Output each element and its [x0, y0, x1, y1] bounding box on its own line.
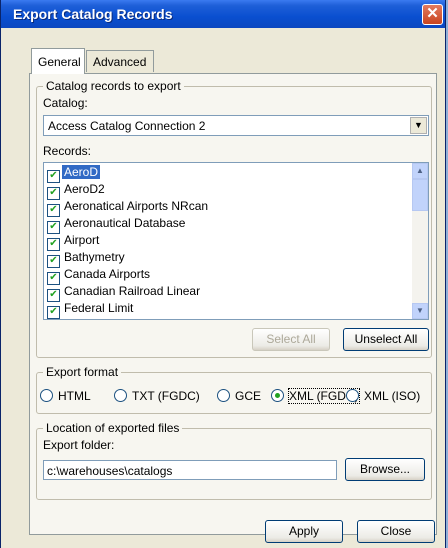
record-label: AeroD2: [64, 182, 105, 196]
unselect-all-label: Unselect All: [354, 332, 418, 346]
export-format-group-title: Export format: [43, 365, 122, 379]
unselect-all-button[interactable]: Unselect All: [343, 328, 429, 351]
dialog-window: Export Catalog Records ✕ General Advance…: [0, 0, 446, 548]
tab-advanced[interactable]: Advanced: [86, 50, 154, 72]
list-item[interactable]: ✔ Aeronatical Airports NRcan: [45, 198, 210, 217]
record-label: Canadian Railroad Linear: [64, 284, 201, 298]
scroll-down-icon[interactable]: ▼: [412, 303, 428, 319]
list-item[interactable]: ✔ AeroD: [45, 164, 101, 183]
list-item[interactable]: ✔ Airport: [45, 232, 101, 251]
export-format-group: Export format HTML TXT (FGDC) GCE XML (F…: [36, 365, 432, 414]
radio-html[interactable]: HTML: [40, 389, 91, 403]
radio-gce[interactable]: GCE: [217, 389, 261, 403]
export-folder-value: c:\warehouses\catalogs: [47, 464, 173, 478]
radio-txt-fgdc-label: TXT (FGDC): [132, 389, 200, 403]
record-label: AeroD: [62, 165, 101, 179]
radio-button[interactable]: [40, 389, 53, 402]
radio-html-label: HTML: [58, 389, 91, 403]
record-label: Airport: [64, 233, 100, 247]
list-item[interactable]: ✔ Canada Airports: [45, 266, 152, 285]
list-item[interactable]: ✔ Aeronautical Database: [45, 215, 187, 234]
location-group-title: Location of exported files: [43, 421, 183, 435]
records-scrollbar[interactable]: ▲ ▼: [412, 163, 428, 319]
catalog-records-group: Catalog records to export Catalog: Acces…: [36, 79, 432, 358]
close-button[interactable]: Close: [357, 520, 435, 543]
apply-button[interactable]: Apply: [265, 520, 343, 543]
radio-xml-iso[interactable]: XML (ISO): [346, 389, 420, 403]
close-label: Close: [380, 524, 412, 538]
export-folder-field[interactable]: c:\warehouses\catalogs: [43, 460, 337, 480]
list-item[interactable]: ✔ Bathymetry: [45, 249, 127, 268]
record-label: Federal Limit: [64, 301, 134, 315]
catalog-records-group-title: Catalog records to export: [43, 79, 184, 93]
radio-xml-iso-label: XML (ISO): [364, 389, 421, 403]
list-item[interactable]: ✔ Canadian Railroad Linear: [45, 283, 202, 302]
record-label: Canada Airports: [64, 267, 151, 281]
catalog-label: Catalog:: [43, 96, 88, 110]
tab-general[interactable]: General: [31, 48, 85, 74]
catalog-dropdown[interactable]: Access Catalog Connection 2 ▼: [43, 115, 429, 136]
list-item[interactable]: ✔ AeroD2: [45, 181, 107, 200]
window-title: Export Catalog Records: [13, 6, 173, 22]
records-label: Records:: [43, 144, 92, 158]
browse-button[interactable]: Browse...: [345, 458, 425, 481]
records-listbox[interactable]: ✔ AeroD ✔ AeroD2 ✔ Aeronatical Airports NRc…: [43, 162, 429, 320]
tab-advanced-label: Advanced: [93, 55, 147, 69]
select-all-button[interactable]: Select All: [252, 328, 330, 351]
chevron-down-icon[interactable]: ▼: [410, 117, 427, 134]
select-all-label: Select All: [266, 332, 316, 346]
record-checkbox[interactable]: ✔: [47, 306, 60, 319]
catalog-dropdown-value: Access Catalog Connection 2: [48, 119, 206, 133]
record-label: Aeronautical Database: [64, 216, 186, 230]
scroll-up-icon[interactable]: ▲: [412, 163, 428, 179]
list-item[interactable]: ✔ Federal Limit: [45, 300, 135, 319]
export-folder-label: Export folder:: [43, 438, 115, 452]
radio-button[interactable]: [217, 389, 230, 402]
browse-label: Browse...: [359, 462, 410, 476]
radio-txt-fgdc[interactable]: TXT (FGDC): [114, 389, 200, 403]
tab-general-label: General: [38, 55, 81, 69]
scroll-thumb[interactable]: [412, 179, 428, 211]
location-group: Location of exported files Export folder…: [36, 421, 432, 500]
apply-label: Apply: [288, 524, 320, 538]
close-icon[interactable]: ✕: [422, 4, 443, 25]
title-bar[interactable]: Export Catalog Records ✕: [1, 0, 445, 28]
radio-button[interactable]: [271, 389, 284, 402]
radio-button[interactable]: [346, 389, 359, 402]
radio-gce-label: GCE: [235, 389, 262, 403]
general-tab-panel: Catalog records to export Catalog: Acces…: [29, 73, 437, 535]
record-label: Bathymetry: [64, 250, 125, 264]
record-label: Aeronatical Airports NRcan: [64, 199, 209, 213]
radio-button[interactable]: [114, 389, 127, 402]
